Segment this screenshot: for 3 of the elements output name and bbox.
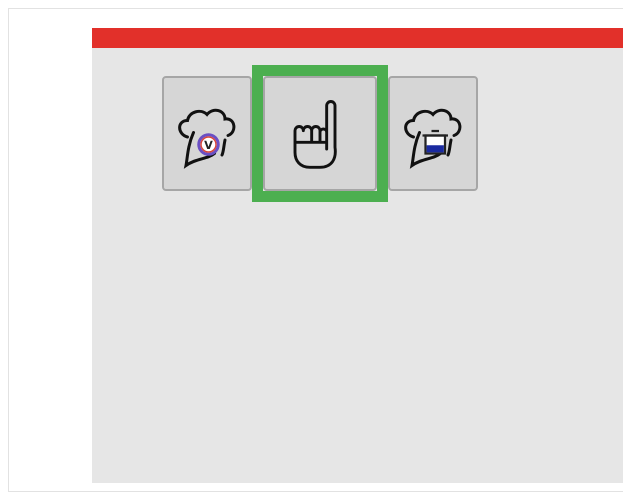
toolbar-button[interactable]: V [162, 76, 252, 191]
toolbar-button[interactable] [263, 76, 377, 191]
toolbar-button[interactable] [388, 76, 478, 191]
